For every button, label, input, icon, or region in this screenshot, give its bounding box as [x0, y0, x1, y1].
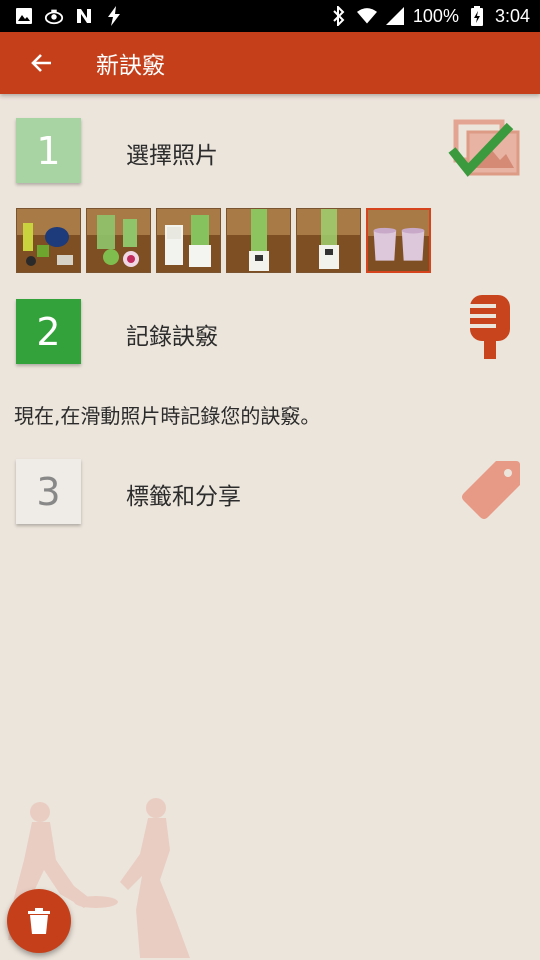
page-title: 新訣竅	[96, 53, 165, 79]
step-label: 選擇照片	[126, 143, 218, 169]
signal-icon	[385, 6, 405, 26]
status-bar: 100% 3:04	[0, 0, 540, 32]
status-left-icons	[14, 6, 124, 26]
battery-icon	[467, 6, 487, 26]
battery-percent: 100%	[412, 5, 459, 26]
instruction-text: 現在,在滑動照片時記錄您的訣竅。	[14, 404, 321, 428]
cooking-pot-icon	[44, 6, 64, 26]
photo-thumbnails	[16, 208, 431, 273]
clock: 3:04	[494, 5, 530, 26]
photo-thumbnail[interactable]	[86, 208, 151, 273]
wifi-icon	[356, 6, 377, 26]
trash-icon	[28, 908, 50, 934]
photo-thumbnail[interactable]	[296, 208, 361, 273]
step-choose-photos[interactable]: 1 選擇照片	[16, 118, 524, 184]
step-number-box[interactable]: 2	[16, 299, 81, 364]
step-label: 記錄訣竅	[126, 324, 218, 350]
delete-button[interactable]	[7, 889, 71, 953]
photo-thumbnail[interactable]	[16, 208, 81, 273]
flash-icon	[104, 6, 124, 26]
app-bar: 新訣竅	[0, 32, 540, 94]
photo-thumbnail-selected[interactable]	[366, 208, 431, 273]
photos-check-icon[interactable]	[448, 118, 530, 182]
status-right-icons: 100% 3:04	[329, 6, 530, 27]
step-number-box[interactable]: 1	[16, 118, 81, 183]
n-icon	[74, 6, 94, 26]
step-number-box[interactable]: 3	[16, 459, 81, 524]
tag-icon[interactable]	[458, 459, 522, 523]
step-record-tips[interactable]: 2 記錄訣竅	[16, 295, 524, 365]
bluetooth-icon	[329, 6, 349, 26]
microphone-icon[interactable]	[466, 293, 516, 365]
back-button[interactable]	[28, 49, 56, 77]
step-label: 標籤和分享	[126, 484, 241, 510]
photo-thumbnail[interactable]	[156, 208, 221, 273]
photo-thumbnail[interactable]	[226, 208, 291, 273]
step-tag-share[interactable]: 3 標籤和分享	[16, 459, 524, 525]
arrow-back-icon	[31, 54, 51, 72]
image-icon	[14, 6, 34, 26]
